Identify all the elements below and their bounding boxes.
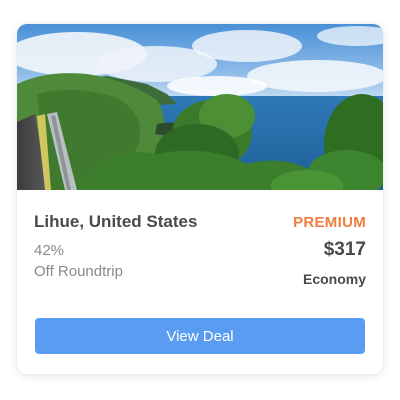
premium-badge: PREMIUM bbox=[293, 214, 366, 231]
view-deal-button[interactable]: View Deal bbox=[35, 318, 365, 354]
discount-label: Off Roundtrip bbox=[34, 263, 123, 280]
destination-title: Lihue, United States bbox=[34, 212, 198, 231]
cabin-class: Economy bbox=[302, 271, 366, 287]
price: $317 bbox=[323, 239, 366, 260]
discount-percent: 42% bbox=[34, 242, 65, 259]
destination-photo bbox=[17, 24, 383, 190]
deal-card[interactable]: Lihue, United States 42% Off Roundtrip P… bbox=[17, 24, 383, 374]
